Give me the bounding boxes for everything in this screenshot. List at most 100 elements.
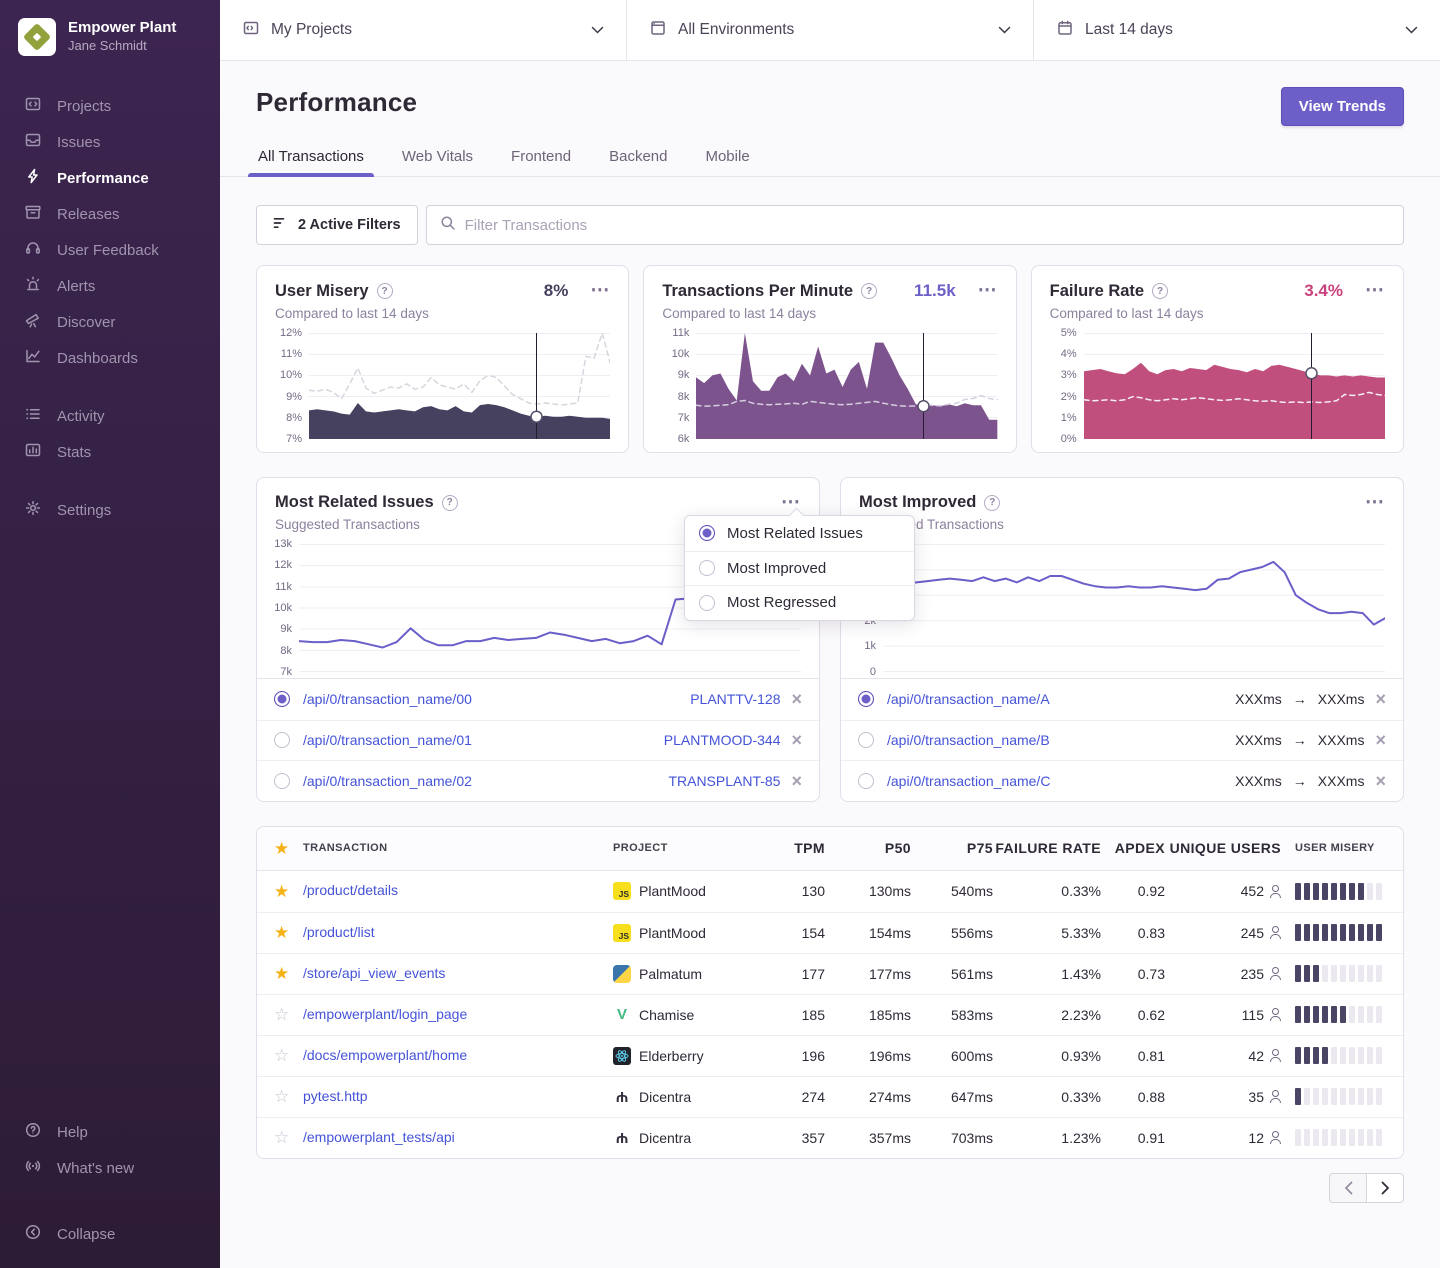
previous-page-button[interactable] [1329,1173,1367,1203]
tab-mobile[interactable]: Mobile [703,140,751,176]
transaction-link[interactable]: /api/0/transaction_name/00 [303,691,472,707]
tab-web-vitals[interactable]: Web Vitals [400,140,475,176]
transaction-link[interactable]: /empowerplant/login_page [303,1006,467,1022]
date-range-dropdown[interactable]: Last 14 days [1034,0,1440,60]
column-header[interactable]: TRANSACTION [303,842,613,854]
table-row[interactable]: ☆/empowerplant_tests/apiΨDicentra357357m… [257,1117,1403,1158]
card-menu-button[interactable]: ⋯ [1365,498,1385,508]
table-row[interactable]: ☆pytest.httpΨDicentra274274ms647ms0.33%0… [257,1076,1403,1117]
transaction-link[interactable]: pytest.http [303,1088,368,1104]
column-header[interactable]: P50 [825,840,911,856]
list-item[interactable]: /api/0/transaction_name/01PLANTMOOD-344× [257,720,819,761]
close-icon[interactable]: × [1375,731,1386,749]
close-icon[interactable]: × [791,772,802,790]
dropdown-option[interactable]: Most Improved [685,551,914,586]
view-trends-button[interactable]: View Trends [1281,87,1404,126]
next-page-button[interactable] [1366,1173,1404,1203]
transaction-link[interactable]: /empowerplant_tests/api [303,1129,455,1145]
radio-icon[interactable] [699,525,715,541]
tab-all-transactions[interactable]: All Transactions [256,140,366,176]
help-circle-icon[interactable]: ? [1152,283,1168,299]
column-header[interactable]: FAILURE RATE [993,840,1101,856]
card-menu-button[interactable]: ⋯ [978,286,998,296]
help-circle-icon[interactable]: ? [442,495,458,511]
issue-tag-link[interactable]: PLANTMOOD-344 [664,732,781,748]
sidebar-item-whats-new[interactable]: What's new [0,1150,220,1186]
chart-plot[interactable] [1084,333,1385,439]
help-circle-icon[interactable]: ? [984,495,1000,511]
close-icon[interactable]: × [791,731,802,749]
dropdown-option[interactable]: Most Related Issues [685,516,914,551]
close-icon[interactable]: × [791,690,802,708]
radio-icon[interactable] [274,732,290,748]
radio-icon[interactable] [274,773,290,789]
tab-frontend[interactable]: Frontend [509,140,573,176]
transaction-link[interactable]: /api/0/transaction_name/A [887,691,1050,707]
chart-plot[interactable] [883,544,1385,672]
table-row[interactable]: ★/store/api_view_eventsPalmatum177177ms5… [257,953,1403,994]
search-input[interactable] [465,217,1390,234]
card-menu-button[interactable]: ⋯ [781,498,801,508]
transaction-link[interactable]: /api/0/transaction_name/C [887,773,1050,789]
column-header[interactable]: USER MISERY [1281,842,1403,854]
transaction-link[interactable]: /api/0/transaction_name/B [887,732,1050,748]
list-item[interactable]: /api/0/transaction_name/02 TRANSPLANT-85 × [257,760,819,801]
sidebar-item-stats[interactable]: Stats [0,434,220,470]
sidebar-item-collapse[interactable]: Collapse [0,1216,220,1252]
star-toggle[interactable]: ☆ [257,1129,303,1146]
transaction-link[interactable]: /docs/empowerplant/home [303,1047,467,1063]
chart-plot[interactable] [696,333,997,439]
star-toggle[interactable]: ★ [257,965,303,982]
column-header[interactable]: TPM [763,840,825,856]
sidebar-item-help[interactable]: Help [0,1114,220,1150]
radio-icon[interactable] [858,732,874,748]
sidebar-item-activity[interactable]: Activity [0,398,220,434]
environment-filter-dropdown[interactable]: All Environments [627,0,1034,60]
transaction-link[interactable]: /store/api_view_events [303,965,445,981]
transaction-link[interactable]: /product/list [303,924,375,940]
column-header[interactable]: UNIQUE USERS [1165,840,1281,856]
dropdown-option[interactable]: Most Regressed [685,585,914,620]
close-icon[interactable]: × [1375,772,1386,790]
radio-icon[interactable] [699,560,715,576]
card-menu-button[interactable]: ⋯ [1365,286,1385,296]
chart-plot[interactable] [309,333,610,439]
radio-icon[interactable] [274,691,290,707]
transaction-link[interactable]: /api/0/transaction_name/02 [303,773,472,789]
help-circle-icon[interactable]: ? [377,283,393,299]
sidebar-item-releases[interactable]: Releases [0,196,220,232]
star-toggle[interactable]: ☆ [257,1088,303,1105]
sidebar-item-user-feedback[interactable]: User Feedback [0,232,220,268]
transaction-link[interactable]: /product/details [303,882,398,898]
star-toggle[interactable]: ☆ [257,1006,303,1023]
radio-icon[interactable] [858,773,874,789]
help-circle-icon[interactable]: ? [861,283,877,299]
issue-tag-link[interactable]: PLANTTV-128 [690,691,780,707]
list-item[interactable]: /api/0/transaction_name/AXXXms→XXXms× [841,679,1403,720]
sidebar-item-dashboards[interactable]: Dashboards [0,340,220,376]
column-header[interactable]: APDEX [1101,840,1165,856]
sidebar-item-settings[interactable]: Settings [0,492,220,528]
sidebar-item-issues[interactable]: Issues [0,124,220,160]
card-menu-button[interactable]: ⋯ [590,286,610,296]
radio-icon[interactable] [858,691,874,707]
tab-backend[interactable]: Backend [607,140,669,176]
list-item[interactable]: /api/0/transaction_name/BXXXms→XXXms× [841,720,1403,761]
star-toggle[interactable]: ★ [257,883,303,900]
org-header[interactable]: Empower Plant Jane Schmidt [0,14,220,62]
star-toggle[interactable]: ★ [257,924,303,941]
radio-icon[interactable] [699,595,715,611]
table-row[interactable]: ☆/empowerplant/login_pageVChamise185185m… [257,994,1403,1035]
issue-tag-link[interactable]: TRANSPLANT-85 [668,773,780,789]
sidebar-item-discover[interactable]: Discover [0,304,220,340]
table-row[interactable]: ★/product/detailsJSPlantMood130130ms540m… [257,871,1403,912]
table-row[interactable]: ☆/docs/empowerplant/homeElderberry196196… [257,1035,1403,1076]
sidebar-item-projects[interactable]: Projects [0,88,220,124]
column-header[interactable]: P75 [911,840,993,856]
active-filters-button[interactable]: 2 Active Filters [256,205,418,245]
table-row[interactable]: ★/product/listJSPlantMood154154ms556ms5.… [257,912,1403,953]
column-header[interactable]: PROJECT [613,842,763,854]
list-item[interactable]: /api/0/transaction_name/CXXXms→XXXms× [841,760,1403,801]
search-bar[interactable] [426,205,1404,245]
list-item[interactable]: /api/0/transaction_name/00 PLANTTV-128 × [257,679,819,720]
